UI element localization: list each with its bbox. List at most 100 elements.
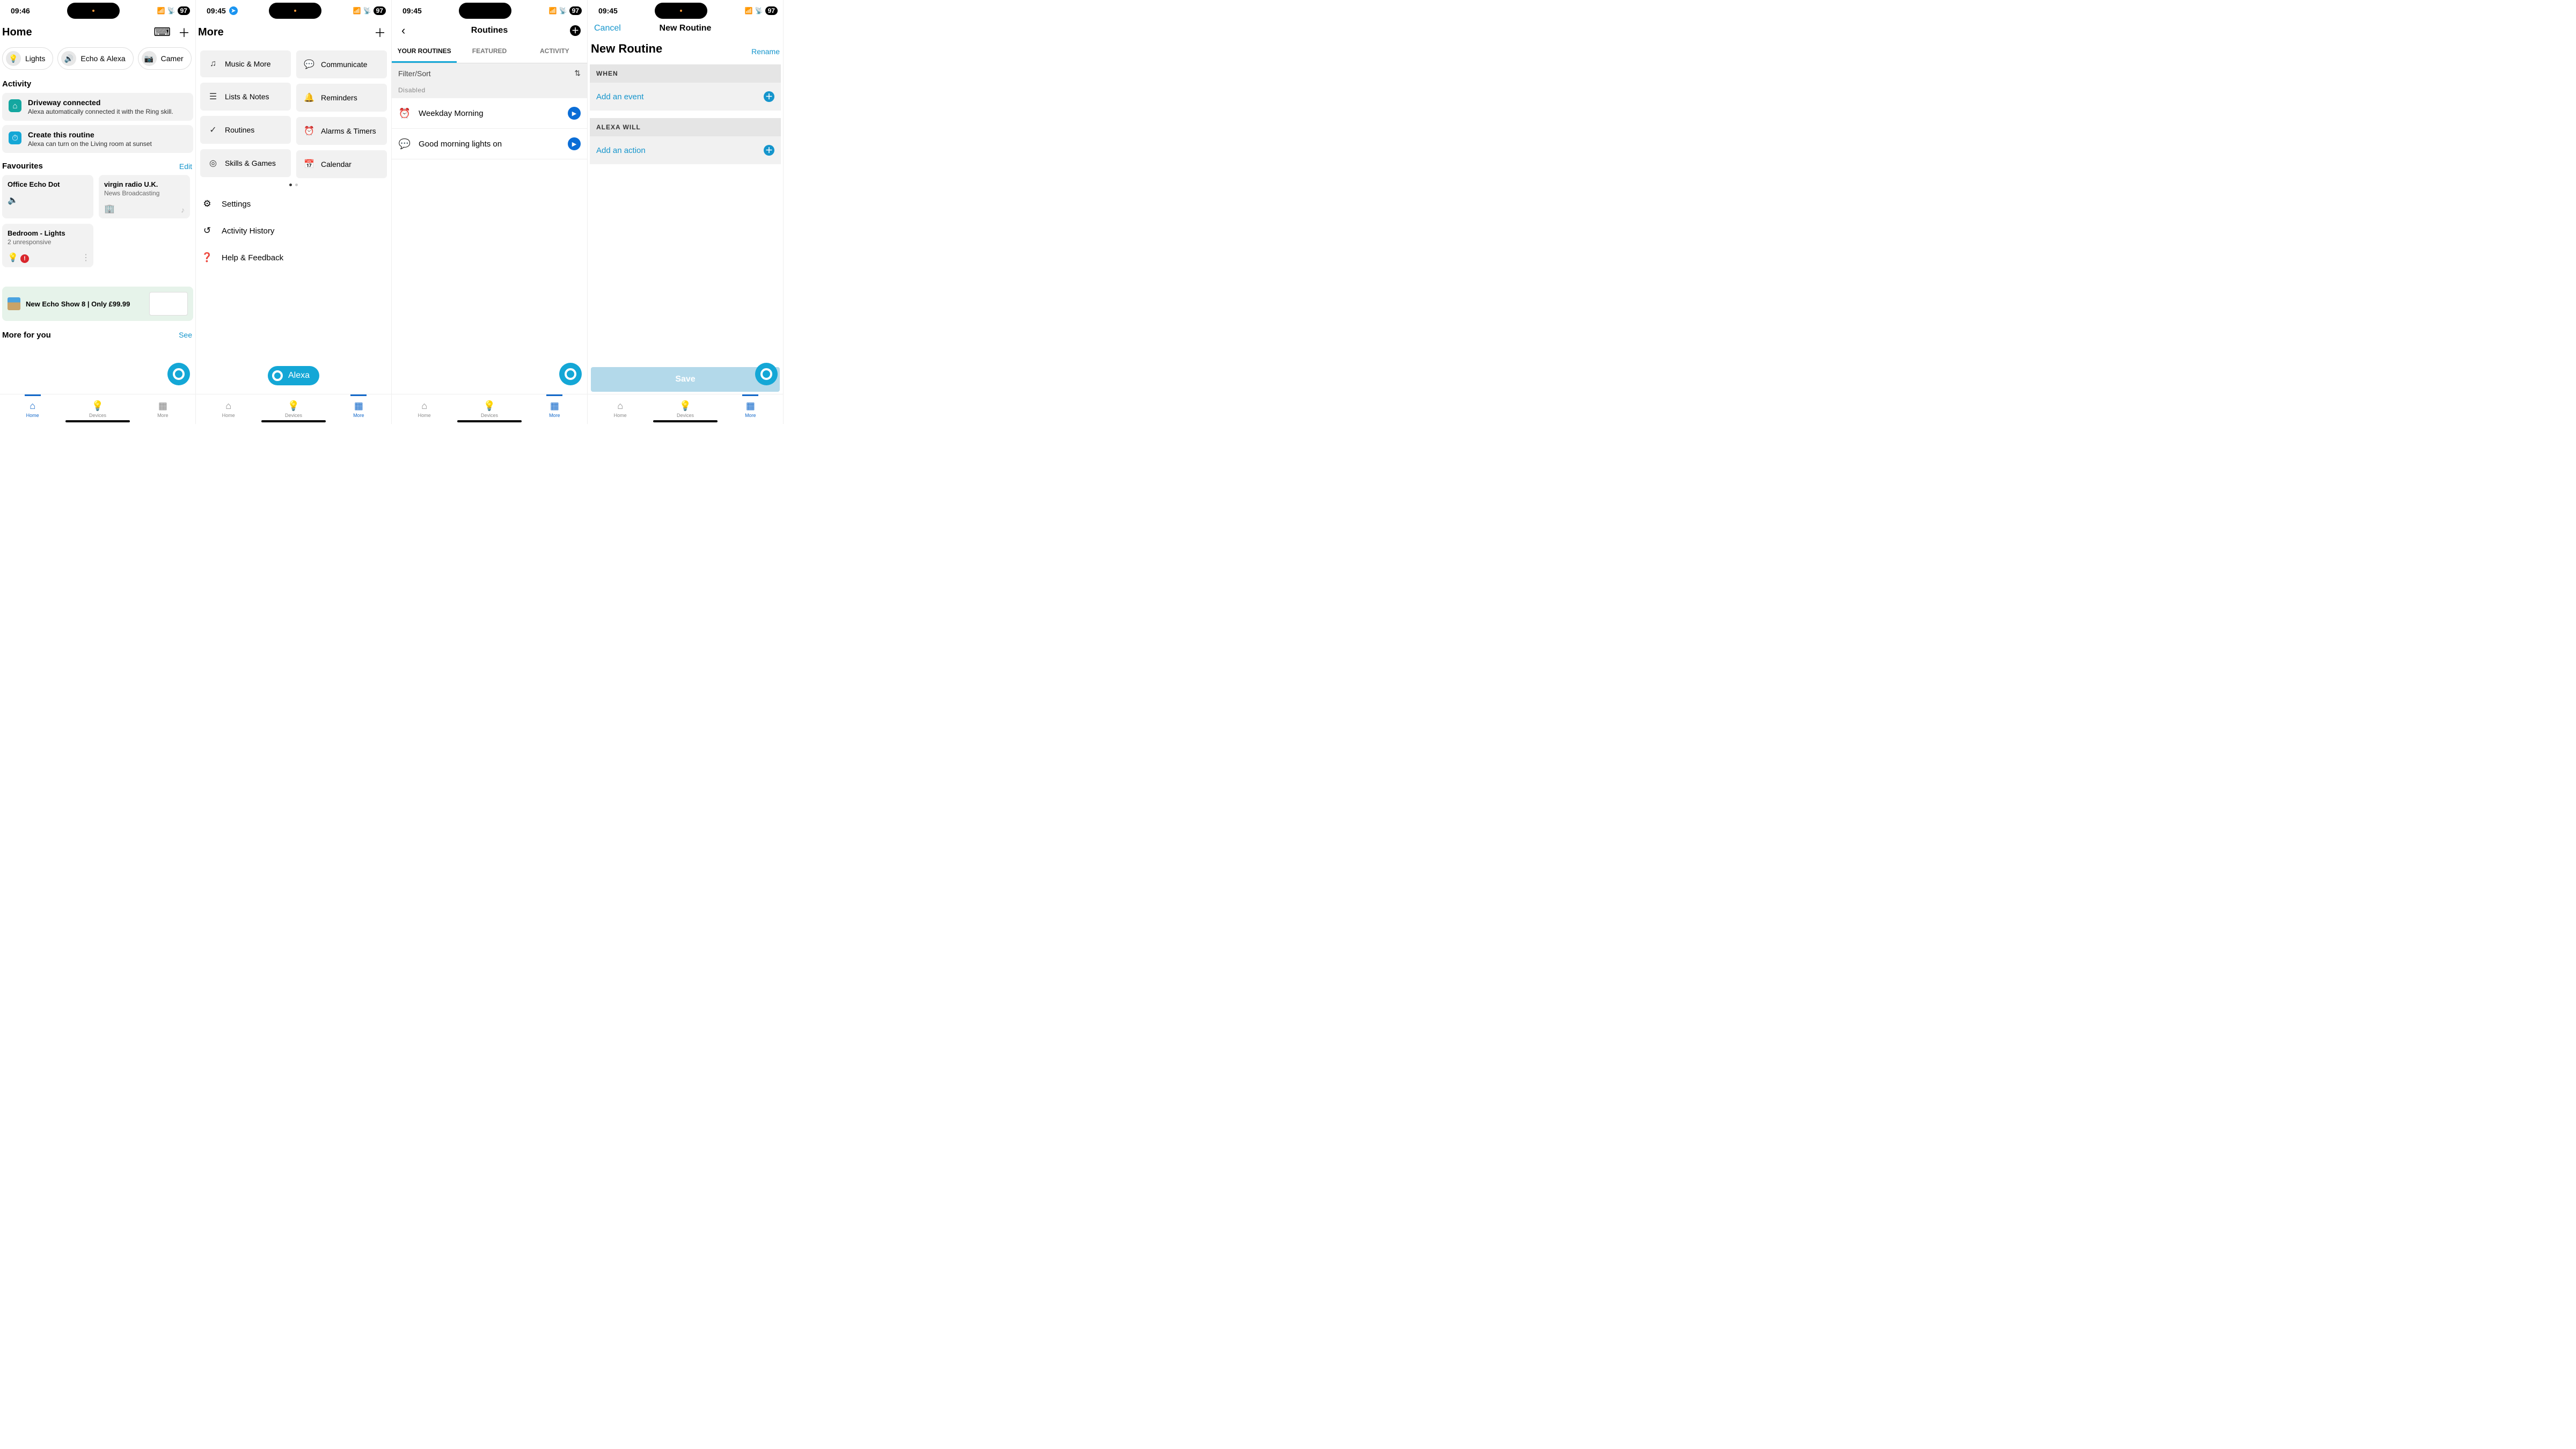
activity-title: Activity [0,77,195,93]
favourites-title: Favourites [2,162,43,171]
fav-card-radio[interactable]: virgin radio U.K. News Broadcasting 🏢 ♪ [99,175,190,218]
bulb-icon: 💡! [8,252,88,263]
tab-activity[interactable]: ACTIVITY [522,41,587,63]
plus-icon: ＋ [764,145,774,156]
tab-bar: ⌂Home 💡Devices ▦More [588,394,783,424]
cancel-button[interactable]: Cancel [594,24,621,33]
tab-home[interactable]: ⌂Home [196,394,261,424]
tab-home[interactable]: ⌂Home [0,394,65,424]
chip-echo[interactable]: 🔊Echo & Alexa [57,47,133,70]
status-time: 09:45 [598,6,618,15]
home-indicator [653,420,718,422]
tile-routines[interactable]: ✓Routines [200,116,291,144]
add-action-row[interactable]: Add an action ＋ [590,136,781,164]
home-icon: ⌂ [617,400,623,412]
chip-lights[interactable]: 💡Lights [2,47,53,70]
tile-skills[interactable]: ◎Skills & Games [200,149,291,177]
tab-home[interactable]: ⌂Home [392,394,457,424]
tab-devices[interactable]: 💡Devices [65,394,130,424]
tab-devices[interactable]: 💡Devices [457,394,522,424]
tile-communicate[interactable]: 💬Communicate [296,50,387,78]
activity-card[interactable]: ⏱ Create this routine Alexa can turn on … [2,125,193,153]
alexa-pill[interactable]: Alexa [268,366,319,385]
routine-name-heading: New Routine [591,42,662,56]
alexa-ring-icon [173,368,185,380]
dynamic-island [655,3,707,19]
activity-card[interactable]: ⌂ Driveway connected Alexa automatically… [2,93,193,121]
disabled-header: Disabled [392,83,587,98]
dynamic-island [459,3,511,19]
status-bar: 09:45 📶📡97 [392,0,587,20]
home-icon: ⌂ [225,400,231,412]
calendar-icon: 📅 [304,159,314,170]
row-settings[interactable]: ⚙Settings [196,191,391,217]
grid-plus-icon: ▦ [746,400,755,412]
page-title: New Routine [660,24,712,33]
skills-icon: ◎ [208,158,218,169]
tab-your-routines[interactable]: YOUR ROUTINES [392,41,457,63]
add-icon[interactable]: ＋ [374,24,386,41]
save-button[interactable]: Save [591,367,780,392]
routine-row[interactable]: ⏰ Weekday Morning ▶ [392,98,587,129]
routine-icon: ⏱ [9,131,21,144]
tile-reminders[interactable]: 🔔Reminders [296,84,387,112]
tile-music[interactable]: ♫Music & More [200,50,291,77]
home-indicator [261,420,326,422]
tab-more[interactable]: ▦More [522,394,587,424]
alexa-fab[interactable] [559,363,582,385]
edit-link[interactable]: Edit [179,162,192,171]
page-title: Routines [471,26,508,35]
alexa-ring-icon [565,368,576,380]
more-dots-icon[interactable]: ⋮ [82,252,90,263]
tab-devices[interactable]: 💡Devices [653,394,718,424]
wifi-icon: ⌂ [9,99,21,112]
alarm-icon: ⏰ [398,108,411,119]
tab-bar: ⌂Home 💡Devices ▦More [0,394,195,424]
status-time: 09:45 [207,6,226,15]
error-icon: ! [20,254,29,263]
location-icon: ➤ [229,6,238,15]
play-button[interactable]: ▶ [568,137,581,150]
filter-sort-row[interactable]: Filter/Sort ⇅ [392,63,587,83]
row-help[interactable]: ❓Help & Feedback [196,244,391,271]
rename-link[interactable]: Rename [751,47,780,56]
alexa-fab[interactable] [755,363,778,385]
tab-more[interactable]: ▦More [130,394,195,424]
alexa-fab[interactable] [167,363,190,385]
promo-banner[interactable]: New Echo Show 8 | Only £99.99 [2,287,193,321]
lightbulb-icon: 💡 [484,400,495,412]
fav-card-bedroom[interactable]: Bedroom - Lights 2 unresponsive 💡! ⋮ [2,224,93,267]
alarm-icon: ⏰ [304,126,314,136]
tab-devices[interactable]: 💡Devices [261,394,326,424]
keyboard-icon[interactable]: ⌨ [153,25,171,39]
row-activity-history[interactable]: ↺Activity History [196,217,391,244]
alexa-will-label: ALEXA WILL [590,118,781,136]
reminder-icon: 🔔 [304,92,314,103]
tab-more[interactable]: ▦More [326,394,391,424]
add-routine-button[interactable]: ＋ [570,25,581,36]
wifi-icon: 📡 [755,7,763,14]
battery-level: 97 [765,6,778,15]
tile-alarms[interactable]: ⏰Alarms & Timers [296,117,387,145]
routines-tabs: YOUR ROUTINES FEATURED ACTIVITY [392,41,587,63]
dynamic-island [67,3,120,19]
routine-row[interactable]: 💬 Good morning lights on ▶ [392,129,587,159]
tab-featured[interactable]: FEATURED [457,41,522,63]
tile-calendar[interactable]: 📅Calendar [296,150,387,178]
chip-camera[interactable]: 📷Camer [138,47,192,70]
status-bar: 09:45 📶📡97 [588,0,783,20]
sort-icon: ⇅ [574,69,581,78]
see-link[interactable]: See [179,331,192,340]
tile-lists[interactable]: ☰Lists & Notes [200,83,291,111]
fav-card-echo[interactable]: Office Echo Dot 🔈 [2,175,93,218]
tab-bar: ⌂Home 💡Devices ▦More [392,394,587,424]
tab-home[interactable]: ⌂Home [588,394,653,424]
play-button[interactable]: ▶ [568,107,581,120]
add-icon[interactable]: ＋ [178,24,190,41]
add-event-row[interactable]: Add an event ＋ [590,83,781,111]
speaker-icon: 🔈 [8,195,88,206]
tab-more[interactable]: ▦More [718,394,783,424]
device-chips: 💡Lights 🔊Echo & Alexa 📷Camer [0,44,195,77]
back-button[interactable]: ‹ [398,24,408,38]
product-image [149,292,188,316]
